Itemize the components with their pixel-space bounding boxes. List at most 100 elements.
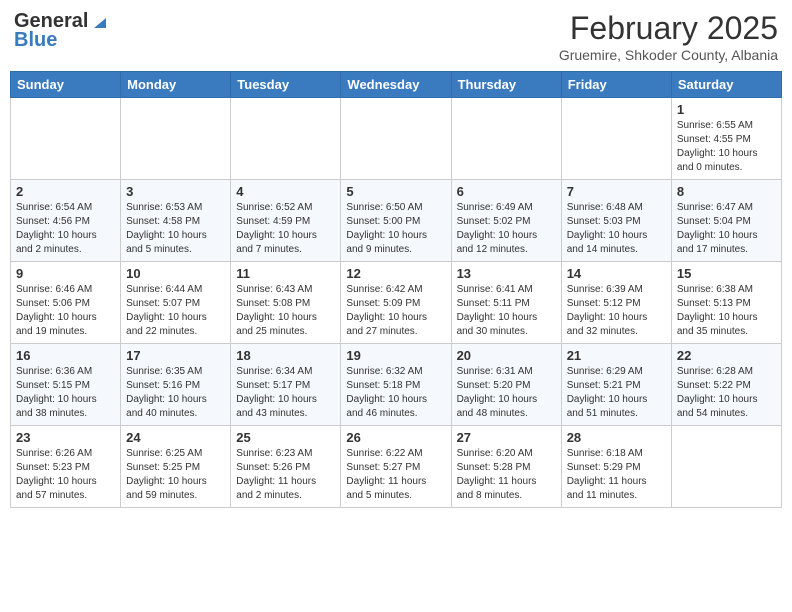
logo-icon xyxy=(90,12,110,32)
calendar-cell-3-5: 21 Sunrise: 6:29 AM Sunset: 5:21 PM Dayli… xyxy=(561,344,671,426)
day-info: Sunrise: 6:23 AM Sunset: 5:26 PM Dayligh… xyxy=(236,447,335,503)
calendar-cell-0-6: 1 Sunrise: 6:55 AM Sunset: 4:55 PM Daylig… xyxy=(671,98,781,180)
calendar-cell-3-3: 19 Sunrise: 6:32 AM Sunset: 5:18 PM Dayli… xyxy=(341,344,451,426)
day-number: 20 xyxy=(457,348,556,363)
calendar-cell-4-3: 26Sunrise: 6:22 AM Sunset: 5:27 PM Dayli… xyxy=(341,426,451,508)
calendar-cell-0-1 xyxy=(121,98,231,180)
calendar-cell-3-1: 17Sunrise: 6:35 AM Sunset: 5:16 PM Dayli… xyxy=(121,344,231,426)
calendar-cell-2-1: 10 Sunrise: 6:44 AM Sunset: 5:07 PM Dayli… xyxy=(121,262,231,344)
day-number: 24 xyxy=(126,430,225,445)
day-info: Sunrise: 6:22 AM Sunset: 5:27 PM Dayligh… xyxy=(346,447,445,503)
day-info: Sunrise: 6:49 AM Sunset: 5:02 PM Dayligh… xyxy=(457,201,556,257)
logo-blue-text: Blue xyxy=(14,29,57,52)
day-info: Sunrise: 6:38 AM Sunset: 5:13 PM Dayligh… xyxy=(677,283,776,339)
day-info: Sunrise: 6:31 AM Sunset: 5:20 PM Dayligh… xyxy=(457,365,556,421)
day-info: Sunrise: 6:26 AM Sunset: 5:23 PM Dayligh… xyxy=(16,447,115,503)
day-number: 17 xyxy=(126,348,225,363)
day-info: Sunrise: 6:44 AM Sunset: 5:07 PM Dayligh… xyxy=(126,283,225,339)
day-number: 28 xyxy=(567,430,666,445)
month-year: February 2025 xyxy=(559,10,778,47)
day-info: Sunrise: 6:54 AM Sunset: 4:56 PM Dayligh… xyxy=(16,201,115,257)
day-info: Sunrise: 6:39 AM Sunset: 5:12 PM Dayligh… xyxy=(567,283,666,339)
day-number: 13 xyxy=(457,266,556,281)
day-number: 23 xyxy=(16,430,115,445)
calendar-cell-4-6 xyxy=(671,426,781,508)
calendar-cell-2-3: 12 Sunrise: 6:42 AM Sunset: 5:09 PM Dayli… xyxy=(341,262,451,344)
day-number: 16 xyxy=(16,348,115,363)
calendar-cell-2-4: 13 Sunrise: 6:41 AM Sunset: 5:11 PM Dayli… xyxy=(451,262,561,344)
day-info: Sunrise: 6:48 AM Sunset: 5:03 PM Dayligh… xyxy=(567,201,666,257)
calendar-cell-1-1: 3Sunrise: 6:53 AM Sunset: 4:58 PM Daylig… xyxy=(121,180,231,262)
week-row-2: 2 Sunrise: 6:54 AM Sunset: 4:56 PM Daylig… xyxy=(11,180,782,262)
calendar-cell-3-2: 18 Sunrise: 6:34 AM Sunset: 5:17 PM Dayli… xyxy=(231,344,341,426)
week-row-3: 9 Sunrise: 6:46 AM Sunset: 5:06 PM Daylig… xyxy=(11,262,782,344)
col-saturday: Saturday xyxy=(671,72,781,98)
day-number: 21 xyxy=(567,348,666,363)
calendar-cell-3-6: 22 Sunrise: 6:28 AM Sunset: 5:22 PM Dayli… xyxy=(671,344,781,426)
day-info: Sunrise: 6:52 AM Sunset: 4:59 PM Dayligh… xyxy=(236,201,335,257)
day-number: 15 xyxy=(677,266,776,281)
calendar-cell-4-0: 23 Sunrise: 6:26 AM Sunset: 5:23 PM Dayli… xyxy=(11,426,121,508)
day-info: Sunrise: 6:20 AM Sunset: 5:28 PM Dayligh… xyxy=(457,447,556,503)
page-header: General Blue February 2025 Gruemire, Shk… xyxy=(10,10,782,63)
day-number: 12 xyxy=(346,266,445,281)
day-info: Sunrise: 6:34 AM Sunset: 5:17 PM Dayligh… xyxy=(236,365,335,421)
day-number: 25 xyxy=(236,430,335,445)
day-number: 19 xyxy=(346,348,445,363)
title-block: February 2025 Gruemire, Shkoder County, … xyxy=(559,10,778,63)
calendar-table: Sunday Monday Tuesday Wednesday Thursday… xyxy=(10,71,782,508)
calendar-cell-0-3 xyxy=(341,98,451,180)
day-info: Sunrise: 6:36 AM Sunset: 5:15 PM Dayligh… xyxy=(16,365,115,421)
day-number: 27 xyxy=(457,430,556,445)
day-number: 1 xyxy=(677,102,776,117)
calendar-cell-4-5: 28 Sunrise: 6:18 AM Sunset: 5:29 PM Dayli… xyxy=(561,426,671,508)
calendar-cell-2-6: 15 Sunrise: 6:38 AM Sunset: 5:13 PM Dayli… xyxy=(671,262,781,344)
week-row-1: 1 Sunrise: 6:55 AM Sunset: 4:55 PM Daylig… xyxy=(11,98,782,180)
calendar-cell-3-0: 16 Sunrise: 6:36 AM Sunset: 5:15 PM Dayli… xyxy=(11,344,121,426)
col-wednesday: Wednesday xyxy=(341,72,451,98)
day-info: Sunrise: 6:50 AM Sunset: 5:00 PM Dayligh… xyxy=(346,201,445,257)
calendar-cell-3-4: 20 Sunrise: 6:31 AM Sunset: 5:20 PM Dayli… xyxy=(451,344,561,426)
day-number: 2 xyxy=(16,184,115,199)
calendar-cell-0-5 xyxy=(561,98,671,180)
day-number: 18 xyxy=(236,348,335,363)
day-number: 5 xyxy=(346,184,445,199)
day-number: 22 xyxy=(677,348,776,363)
calendar-cell-1-2: 4 Sunrise: 6:52 AM Sunset: 4:59 PM Daylig… xyxy=(231,180,341,262)
header-row: Sunday Monday Tuesday Wednesday Thursday… xyxy=(11,72,782,98)
day-number: 10 xyxy=(126,266,225,281)
calendar-cell-0-4 xyxy=(451,98,561,180)
day-info: Sunrise: 6:46 AM Sunset: 5:06 PM Dayligh… xyxy=(16,283,115,339)
day-info: Sunrise: 6:55 AM Sunset: 4:55 PM Dayligh… xyxy=(677,119,776,175)
day-info: Sunrise: 6:29 AM Sunset: 5:21 PM Dayligh… xyxy=(567,365,666,421)
day-info: Sunrise: 6:42 AM Sunset: 5:09 PM Dayligh… xyxy=(346,283,445,339)
calendar-cell-1-6: 8Sunrise: 6:47 AM Sunset: 5:04 PM Daylig… xyxy=(671,180,781,262)
calendar-cell-0-2 xyxy=(231,98,341,180)
location: Gruemire, Shkoder County, Albania xyxy=(559,47,778,63)
day-number: 11 xyxy=(236,266,335,281)
day-number: 14 xyxy=(567,266,666,281)
calendar-cell-2-5: 14 Sunrise: 6:39 AM Sunset: 5:12 PM Dayli… xyxy=(561,262,671,344)
day-info: Sunrise: 6:43 AM Sunset: 5:08 PM Dayligh… xyxy=(236,283,335,339)
calendar-cell-1-3: 5 Sunrise: 6:50 AM Sunset: 5:00 PM Daylig… xyxy=(341,180,451,262)
calendar-cell-1-4: 6 Sunrise: 6:49 AM Sunset: 5:02 PM Daylig… xyxy=(451,180,561,262)
day-info: Sunrise: 6:18 AM Sunset: 5:29 PM Dayligh… xyxy=(567,447,666,503)
day-number: 6 xyxy=(457,184,556,199)
day-number: 7 xyxy=(567,184,666,199)
col-tuesday: Tuesday xyxy=(231,72,341,98)
day-info: Sunrise: 6:53 AM Sunset: 4:58 PM Dayligh… xyxy=(126,201,225,257)
week-row-4: 16 Sunrise: 6:36 AM Sunset: 5:15 PM Dayli… xyxy=(11,344,782,426)
calendar-cell-4-2: 25 Sunrise: 6:23 AM Sunset: 5:26 PM Dayli… xyxy=(231,426,341,508)
calendar-cell-1-5: 7 Sunrise: 6:48 AM Sunset: 5:03 PM Daylig… xyxy=(561,180,671,262)
col-sunday: Sunday xyxy=(11,72,121,98)
day-number: 9 xyxy=(16,266,115,281)
day-info: Sunrise: 6:28 AM Sunset: 5:22 PM Dayligh… xyxy=(677,365,776,421)
calendar-cell-0-0 xyxy=(11,98,121,180)
day-info: Sunrise: 6:41 AM Sunset: 5:11 PM Dayligh… xyxy=(457,283,556,339)
day-info: Sunrise: 6:32 AM Sunset: 5:18 PM Dayligh… xyxy=(346,365,445,421)
calendar-cell-2-2: 11 Sunrise: 6:43 AM Sunset: 5:08 PM Dayli… xyxy=(231,262,341,344)
col-thursday: Thursday xyxy=(451,72,561,98)
calendar-cell-4-1: 24Sunrise: 6:25 AM Sunset: 5:25 PM Dayli… xyxy=(121,426,231,508)
day-number: 4 xyxy=(236,184,335,199)
calendar-cell-2-0: 9 Sunrise: 6:46 AM Sunset: 5:06 PM Daylig… xyxy=(11,262,121,344)
